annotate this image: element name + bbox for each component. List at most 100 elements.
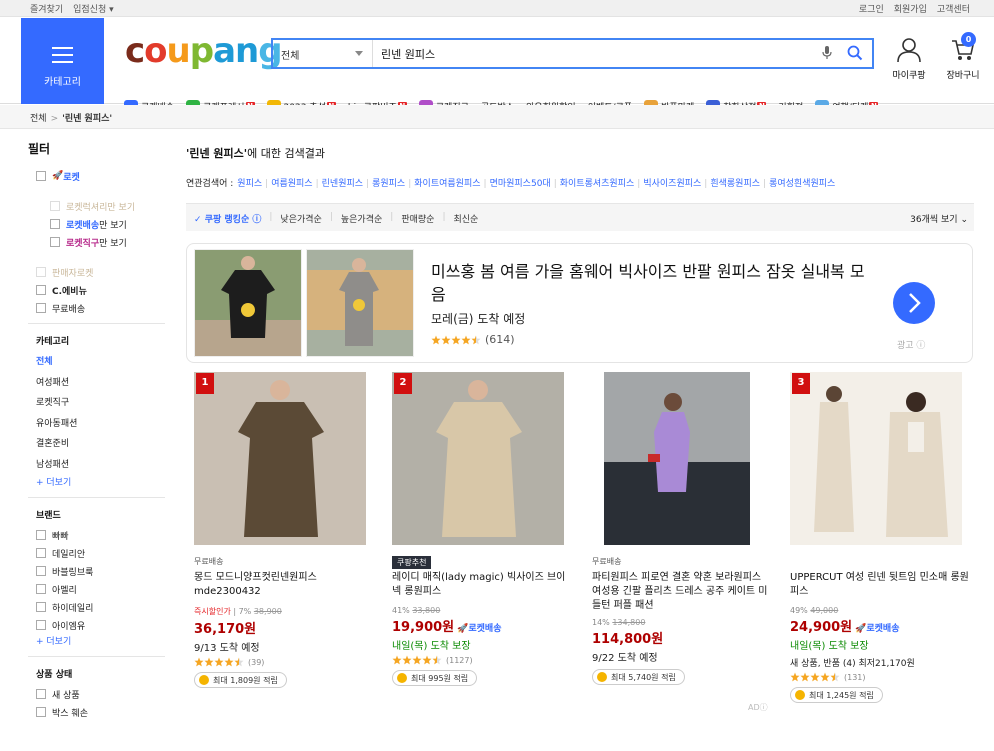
checkbox[interactable] — [50, 201, 60, 211]
checkbox[interactable] — [36, 707, 46, 717]
filter-suffix: 만 보기 — [99, 238, 127, 249]
sort-option[interactable]: 판매량순 — [401, 212, 434, 225]
brand-filter[interactable]: 하이데일리 — [28, 598, 165, 616]
login-link[interactable]: 로그인 — [859, 2, 884, 15]
checkbox[interactable] — [36, 303, 46, 313]
used-offer-info[interactable]: 새 상품, 반품 (4) 최저21,170원 — [790, 656, 970, 669]
filter-seller-rocket[interactable]: 판매자로켓 — [28, 263, 165, 281]
checkbox[interactable] — [36, 171, 46, 181]
filter-free-shipping[interactable]: 무료배송 — [28, 299, 165, 317]
related-keyword[interactable]: 면마원피스50대 — [490, 179, 551, 189]
product-card[interactable]: 3 UPPERCUT 여성 린넨 뒷트임 민소매 롱원피스 49% 49,000… — [790, 372, 970, 703]
coin-icon — [795, 690, 805, 700]
category-link[interactable]: 남성패션 — [28, 455, 165, 476]
product-rating: (131) — [790, 672, 970, 682]
ad-label-text: 광고 — [897, 341, 914, 351]
favorites-link[interactable]: 즐겨찾기 — [30, 2, 63, 15]
checkbox[interactable] — [36, 530, 46, 540]
related-keyword[interactable]: 빅사이즈원피스 — [643, 179, 701, 189]
product-image[interactable]: 3 — [790, 372, 962, 545]
ad-image-1[interactable] — [194, 249, 302, 357]
product-name[interactable]: 몽드 모드니양프컷린넨원피스 mde2300432 — [194, 571, 374, 601]
seller-signup-link[interactable]: 입점신청 ▾ — [73, 2, 114, 15]
category-link[interactable]: 결혼준비 — [28, 434, 165, 455]
support-link[interactable]: 고객센터 — [937, 2, 970, 15]
brand-filter[interactable]: 데일리안 — [28, 544, 165, 562]
related-keyword[interactable]: 화이트롱셔츠원피스 — [560, 179, 635, 189]
related-keyword[interactable]: 원피스 — [237, 179, 262, 189]
brand-filter[interactable]: 빠빠 — [28, 526, 165, 544]
brand-filter-title: 브랜드 — [36, 511, 61, 521]
category-menu-button[interactable]: 카테고리 — [21, 18, 104, 104]
related-keyword[interactable]: 롱여성흰색원피스 — [769, 179, 835, 189]
top-utility-bar: 즐겨찾기 입점신청 ▾ 로그인 회원가입 고객센터 — [0, 0, 994, 17]
checkbox[interactable] — [50, 237, 60, 247]
checkbox[interactable] — [36, 566, 46, 576]
breadcrumb-root[interactable]: 전체 — [30, 114, 47, 124]
microphone-icon[interactable] — [822, 46, 832, 60]
related-keyword[interactable]: 롱원피스 — [372, 179, 405, 189]
category-link[interactable]: 로켓직구 — [28, 393, 165, 414]
coupang-logo[interactable]: coupang — [125, 33, 283, 69]
sponsored-banner[interactable]: 미쓰홍 봄 여름 가을 홈웨어 빅사이즈 반팔 원피스 잠옷 실내복 모음 모레… — [186, 243, 973, 363]
product-card[interactable]: 1 무료배송 몽드 모드니양프컷린넨원피스 mde2300432 즉시할인가 |… — [194, 372, 374, 688]
checkbox[interactable] — [36, 285, 46, 295]
product-card[interactable]: 무료배송 파티원피스 피로연 결혼 약혼 보라원피스 여성용 긴팔 플리츠 드레… — [592, 372, 772, 712]
sort-option[interactable]: 최신순 — [454, 212, 479, 225]
star-icon — [800, 672, 810, 682]
product-photo — [194, 372, 366, 545]
filter-c-avenue[interactable]: C.에비뉴 — [28, 281, 165, 299]
product-name[interactable]: 레이디 매직(lady magic) 빅사이즈 브이넥 롱원피스 — [392, 571, 572, 601]
related-keyword[interactable]: 린넨원피스 — [322, 179, 363, 189]
brand-more-link[interactable]: + 더보기 — [28, 634, 165, 650]
mypage-button[interactable]: 마이쿠팡 — [889, 37, 929, 81]
filter-rocket-luxury[interactable]: 로켓럭셔리만 보기 — [28, 197, 165, 215]
search-scope-select[interactable]: 전체 — [273, 40, 373, 67]
category-link[interactable]: 유아동패션 — [28, 414, 165, 435]
filter-rocket-direct[interactable]: 로켓직구 만 보기 — [28, 233, 165, 251]
category-more-link[interactable]: + 더보기 — [28, 475, 165, 491]
checkbox[interactable] — [36, 620, 46, 630]
related-keyword[interactable]: 화이트여름원피스 — [414, 179, 480, 189]
product-name[interactable]: UPPERCUT 여성 린넨 뒷트임 민소매 롱원피스 — [790, 571, 970, 601]
signup-link[interactable]: 회원가입 — [894, 2, 927, 15]
checkbox[interactable] — [50, 219, 60, 229]
page-size-select[interactable]: 36개씩 보기 ⌄ — [910, 212, 968, 225]
category-link[interactable]: 전체 — [28, 352, 165, 373]
category-link[interactable]: 여성패션 — [28, 373, 165, 394]
brand-filter[interactable]: 아멜리 — [28, 580, 165, 598]
star-icon — [830, 672, 840, 682]
checkbox[interactable] — [36, 602, 46, 612]
search-scope-value: 전체 — [281, 51, 300, 62]
product-image[interactable] — [592, 372, 764, 545]
condition-filter[interactable]: 새 상품 — [28, 685, 165, 703]
brand-filter[interactable]: 아이엠유 — [28, 616, 165, 634]
ad-image-2[interactable] — [306, 249, 414, 357]
sort-option[interactable]: 낮은가격순 — [280, 212, 321, 225]
checkbox[interactable] — [36, 267, 46, 277]
site-header: 카테고리 coupang 전체 마이쿠팡 0 장바구니 로 — [0, 17, 994, 113]
filter-rocket[interactable]: 🚀 로켓 — [28, 167, 165, 185]
related-keyword[interactable]: 흰색롱원피스 — [710, 179, 760, 189]
search-icon[interactable] — [847, 45, 863, 61]
ad-next-button[interactable] — [893, 282, 935, 324]
filter-rocket-delivery[interactable]: 로켓배송 만 보기 — [28, 215, 165, 233]
checkbox[interactable] — [36, 689, 46, 699]
sale-price: 114,800원 — [592, 628, 772, 647]
checkbox[interactable] — [36, 548, 46, 558]
product-card[interactable]: 2 쿠팡추천 레이디 매직(lady magic) 빅사이즈 브이넥 롱원피스 … — [392, 372, 572, 686]
checkbox[interactable] — [36, 584, 46, 594]
search-input[interactable] — [381, 44, 801, 63]
product-name[interactable]: 파티원피스 피로연 결혼 약혼 보라원피스 여성용 긴팔 플리츠 드레스 공주 … — [592, 571, 772, 613]
sort-option[interactable]: 높은가격순 — [341, 212, 382, 225]
sort-option[interactable]: ✓ 쿠팡 랭킹순 ⓘ — [194, 212, 261, 225]
related-keyword[interactable]: 여름원피스 — [271, 179, 312, 189]
filter-rocket-delivery-label: 로켓배송 — [66, 220, 100, 231]
brand-filter[interactable]: 바블링브룩 — [28, 562, 165, 580]
product-image[interactable]: 1 — [194, 372, 366, 545]
discount-info: 49% 49,000 — [790, 606, 970, 615]
product-image[interactable]: 2 — [392, 372, 564, 545]
cart-button[interactable]: 0 장바구니 — [943, 32, 983, 81]
ad-title[interactable]: 미쓰홍 봄 여름 가을 홈웨어 빅사이즈 반팔 원피스 잠옷 실내복 모음 — [431, 260, 871, 306]
condition-filter[interactable]: 박스 훼손 — [28, 703, 165, 721]
